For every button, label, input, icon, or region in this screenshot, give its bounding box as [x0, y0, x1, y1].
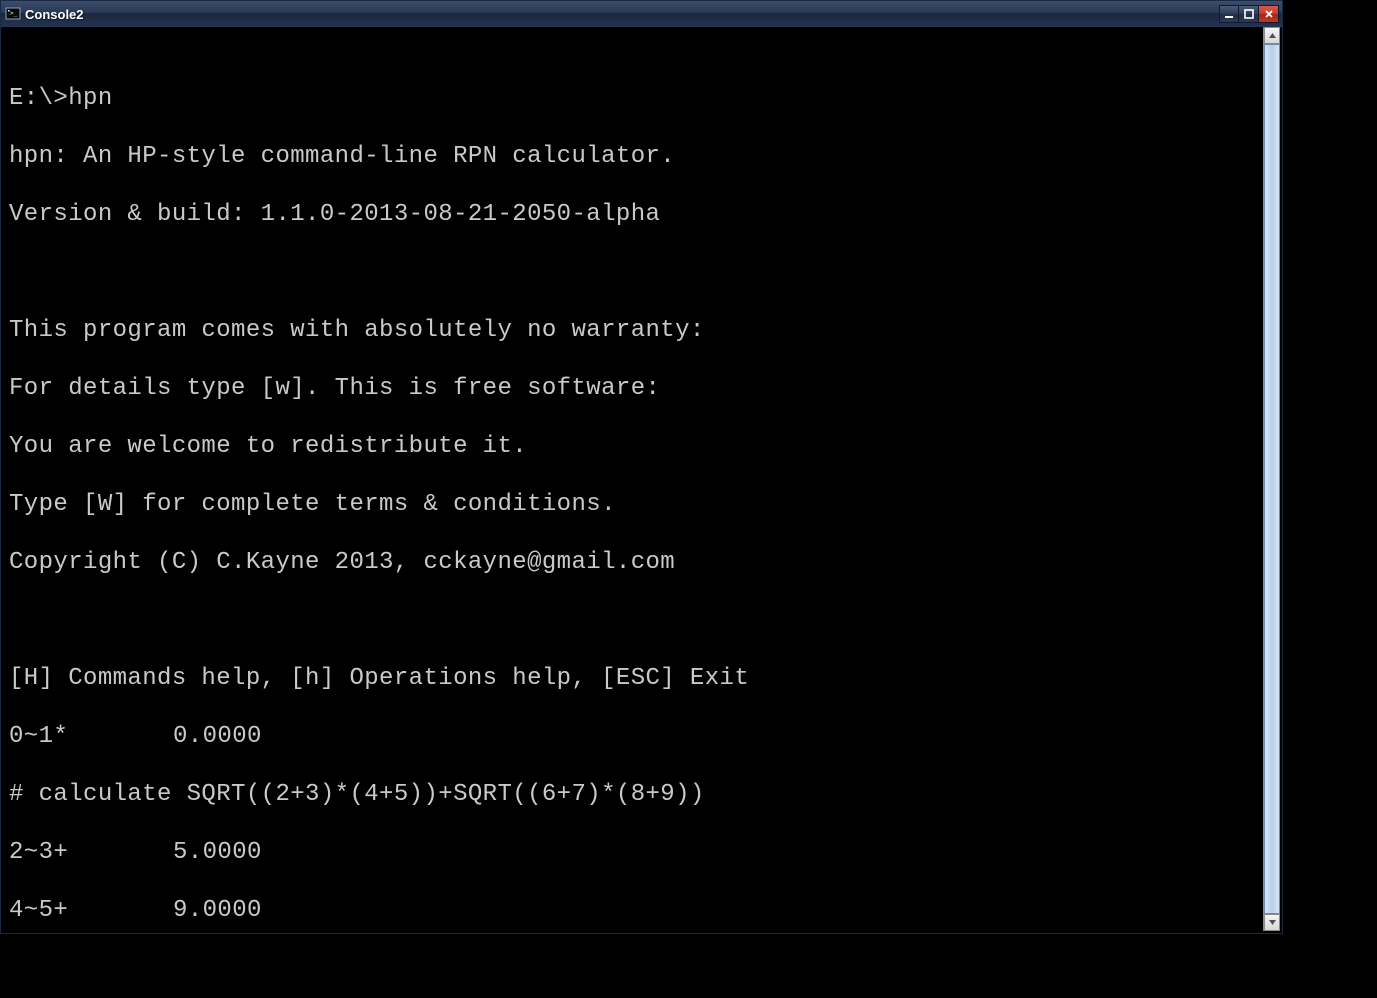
- calc-op: 4~5+: [9, 896, 173, 925]
- window-controls: [1219, 5, 1279, 23]
- output-line: You are welcome to redistribute it.: [9, 432, 1264, 461]
- svg-text:>_: >_: [10, 10, 18, 17]
- calc-row: 2~3+5.0000: [9, 838, 1264, 867]
- app-icon: >_: [5, 6, 21, 22]
- calc-row: 0~1*0.0000: [9, 722, 1264, 751]
- scroll-up-button[interactable]: [1264, 27, 1280, 44]
- output-line: hpn: An HP-style command-line RPN calcul…: [9, 142, 1264, 171]
- terminal-area[interactable]: E:\>hpn hpn: An HP-style command-line RP…: [3, 27, 1264, 931]
- window-title: Console2: [25, 7, 84, 22]
- comment-line: # calculate SQRT((2+3)*(4+5))+SQRT((6+7)…: [9, 780, 1264, 809]
- prompt-line: E:\>hpn: [9, 84, 1264, 113]
- vertical-scrollbar[interactable]: [1263, 27, 1280, 931]
- output-line: [H] Commands help, [h] Operations help, …: [9, 664, 1264, 693]
- output-line: Type [W] for complete terms & conditions…: [9, 490, 1264, 519]
- entered-command: hpn: [68, 84, 112, 113]
- output-line: Version & build: 1.1.0-2013-08-21-2050-a…: [9, 200, 1264, 229]
- scroll-down-button[interactable]: [1264, 914, 1280, 931]
- prompt-path: E:\>: [9, 84, 68, 113]
- minimize-button[interactable]: [1219, 5, 1239, 23]
- calc-val: 9.0000: [173, 896, 262, 925]
- calc-val: 5.0000: [173, 838, 262, 867]
- app-window: >_ Console2 E:\>hpn hpn: An HP-style com…: [0, 0, 1283, 934]
- close-button[interactable]: [1259, 5, 1279, 23]
- output-line: For details type [w]. This is free softw…: [9, 374, 1264, 403]
- maximize-button[interactable]: [1239, 5, 1259, 23]
- calc-op: 0~1*: [9, 722, 173, 751]
- calc-val: 0.0000: [173, 722, 262, 751]
- calc-row: 4~5+9.0000: [9, 896, 1264, 925]
- output-line: This program comes with absolutely no wa…: [9, 316, 1264, 345]
- terminal-output: E:\>hpn hpn: An HP-style command-line RP…: [3, 27, 1264, 931]
- output-line: [9, 258, 1264, 287]
- calc-op: 2~3+: [9, 838, 173, 867]
- scroll-thumb[interactable]: [1264, 44, 1280, 914]
- scroll-track[interactable]: [1264, 44, 1280, 914]
- output-line: [9, 606, 1264, 635]
- titlebar[interactable]: >_ Console2: [1, 1, 1282, 28]
- output-line: Copyright (C) C.Kayne 2013, cckayne@gmai…: [9, 548, 1264, 577]
